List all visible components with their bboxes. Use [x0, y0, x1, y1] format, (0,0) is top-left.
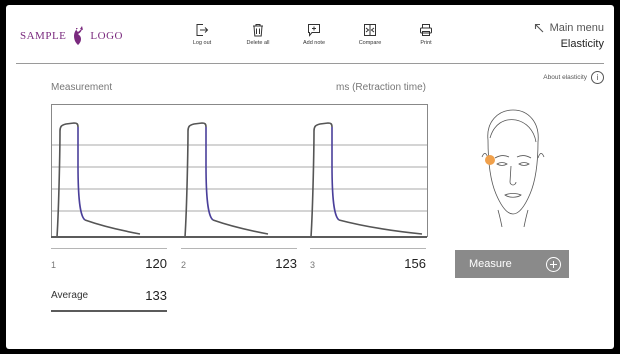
- compare-label: Compare: [358, 40, 382, 46]
- hair-line: [489, 119, 537, 143]
- app-window: SAMPLE LOGO Log out Delete all Add note: [6, 5, 614, 349]
- graph-baseline: [51, 236, 427, 238]
- toolbar: Log out Delete all Add note Compare Prin…: [174, 23, 454, 46]
- about-elasticity-link[interactable]: About elasticity i: [543, 71, 604, 84]
- curve-2-rise: [181, 122, 207, 237]
- curve-1-rise: [52, 122, 79, 237]
- info-icon: i: [591, 71, 604, 84]
- average-label: Average: [51, 290, 89, 301]
- left-brow: [494, 155, 510, 159]
- unit-label: ms (Retraction time): [335, 82, 426, 93]
- result-index: 2: [181, 260, 187, 270]
- right-brow: [516, 155, 532, 159]
- average-value: 133: [145, 288, 167, 303]
- probe-point: [485, 155, 495, 165]
- retraction-graph: [51, 104, 428, 237]
- page-title: Elasticity: [560, 38, 604, 50]
- result-2: 2 123: [181, 248, 297, 277]
- add-note-label: Add note: [302, 40, 326, 46]
- add-note-icon: [308, 24, 320, 37]
- measure-label: Measure: [469, 258, 512, 270]
- logout-icon: [196, 24, 209, 36]
- curve-1-drop: [77, 127, 86, 221]
- left-eye: [496, 162, 508, 166]
- arrow-up-left-icon: [534, 23, 543, 33]
- mouth: [504, 193, 522, 198]
- result-index: 1: [51, 260, 57, 270]
- header-divider: [16, 63, 604, 64]
- main-menu-link[interactable]: Main menu: [534, 22, 604, 34]
- curve-3-rise: [307, 122, 333, 237]
- brand-logo: SAMPLE LOGO: [20, 25, 123, 47]
- result-value: 156: [404, 256, 426, 271]
- print-button[interactable]: Print: [398, 23, 454, 46]
- main-menu-label: Main menu: [549, 22, 604, 34]
- logo-text-right: LOGO: [90, 30, 123, 42]
- compare-icon: [364, 24, 376, 36]
- logo-text-left: SAMPLE: [20, 30, 67, 42]
- face-outline: [487, 109, 539, 215]
- curve-3-drop: [331, 127, 340, 221]
- delete-all-button[interactable]: Delete all: [230, 23, 286, 46]
- nose: [509, 165, 517, 186]
- measure-button[interactable]: Measure: [455, 250, 569, 278]
- about-label: About elasticity: [543, 74, 587, 81]
- result-value: 123: [275, 256, 297, 271]
- graph-gridlines: [52, 144, 427, 212]
- curve-2-tail: [212, 219, 269, 235]
- add-note-button[interactable]: Add note: [286, 23, 342, 46]
- right-eye: [518, 162, 530, 166]
- logo-mark-icon: [74, 26, 84, 45]
- measurement-label: Measurement: [51, 82, 113, 93]
- print-label: Print: [420, 40, 432, 46]
- plus-circle-icon: [546, 256, 561, 272]
- logout-label: Log out: [192, 40, 212, 46]
- curve-3-tail: [338, 219, 423, 235]
- result-value: 120: [145, 256, 167, 271]
- result-3: 3 156: [310, 248, 426, 277]
- trash-icon: [253, 24, 263, 37]
- average-row: Average 133: [51, 282, 167, 312]
- logout-button[interactable]: Log out: [174, 23, 230, 46]
- curve-2-drop: [205, 127, 214, 221]
- face-diagram: [481, 109, 545, 227]
- compare-button[interactable]: Compare: [342, 23, 398, 46]
- main-menu: Main menu Elasticity: [534, 22, 604, 50]
- result-index: 3: [310, 260, 316, 270]
- delete-all-label: Delete all: [246, 40, 270, 46]
- print-icon: [420, 24, 432, 36]
- average-underline: [51, 310, 167, 312]
- curve-1-tail: [84, 219, 141, 235]
- result-1: 1 120: [51, 248, 167, 277]
